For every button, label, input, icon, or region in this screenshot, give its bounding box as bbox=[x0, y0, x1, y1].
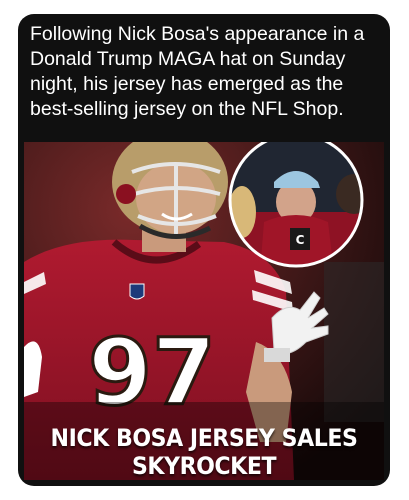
post-image[interactable]: 97 C NICK BOSA JERSEY SALES SKYROCKET bbox=[24, 142, 384, 480]
mic-label: C bbox=[296, 233, 305, 247]
post-caption: Following Nick Bosa's appearance in a Do… bbox=[30, 23, 365, 120]
post-card: Following Nick Bosa's appearance in a Do… bbox=[18, 14, 390, 486]
headline-line-2: SKYROCKET bbox=[131, 452, 277, 480]
headline-line-1: NICK BOSA JERSEY SALES bbox=[50, 424, 358, 452]
